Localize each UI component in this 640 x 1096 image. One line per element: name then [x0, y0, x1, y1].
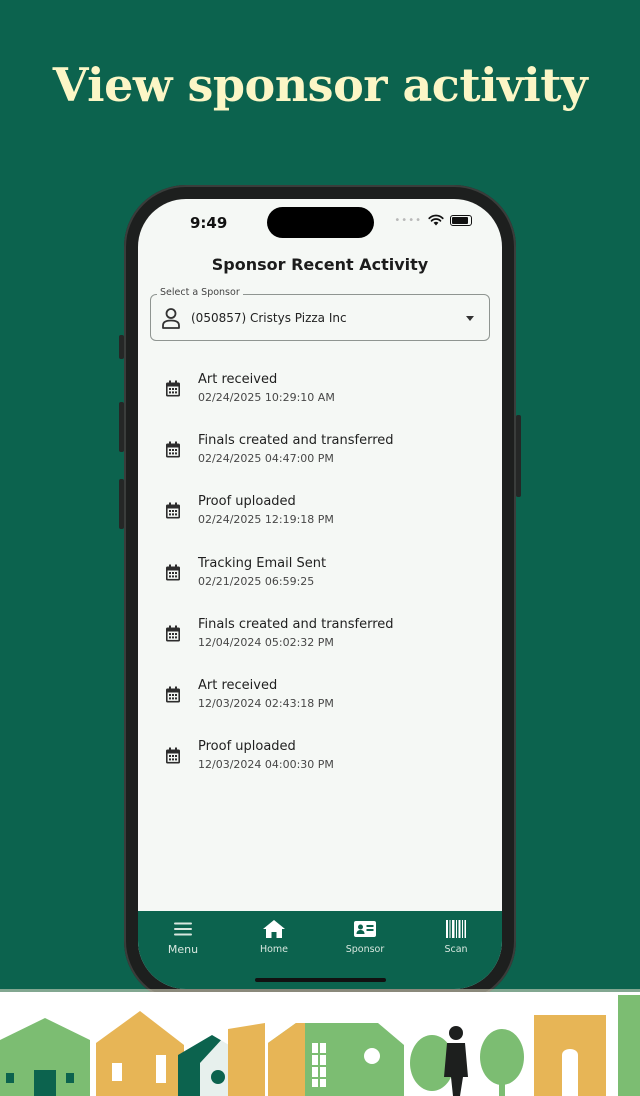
user-icon — [162, 308, 180, 329]
menu-icon — [174, 922, 192, 936]
activity-timestamp: 02/24/2025 10:29:10 AM — [198, 391, 335, 404]
activity-item: Tracking Email Sent 02/21/2025 06:59:25 — [138, 555, 502, 616]
activity-item: Finals created and transferred 12/04/202… — [138, 616, 502, 677]
wifi-icon — [428, 214, 444, 226]
activity-item: Art received 02/24/2025 10:29:10 AM — [138, 371, 502, 432]
sponsor-select-value: (050857) Cristys Pizza Inc — [191, 311, 347, 325]
calendar-icon — [166, 380, 180, 397]
calendar-icon — [166, 686, 180, 703]
activity-timestamp: 12/04/2024 05:02:32 PM — [198, 635, 334, 649]
nav-scan[interactable]: Scan — [416, 917, 496, 955]
nav-home[interactable]: Home — [234, 917, 314, 955]
calendar-icon — [166, 564, 180, 581]
promo-headline: View sponsor activity — [52, 58, 588, 112]
nav-scan-label: Scan — [444, 944, 468, 955]
phone-volume-up — [119, 402, 124, 452]
phone-power-button — [516, 415, 521, 497]
activity-item: Proof uploaded 02/24/2025 12:19:18 PM — [138, 493, 502, 554]
activity-title: Tracking Email Sent — [198, 555, 327, 571]
activity-title: Art received — [198, 677, 278, 693]
activity-title: Proof uploaded — [198, 494, 296, 510]
home-icon — [263, 920, 285, 938]
activity-timestamp: 02/21/2025 06:59:25 — [198, 574, 315, 588]
nav-sponsor-label: Sponsor — [345, 944, 385, 955]
activity-title: Art received — [198, 372, 278, 387]
activity-title: Finals created and transferred — [198, 616, 394, 632]
barcode-icon — [446, 920, 466, 938]
status-icons: •••• — [394, 214, 472, 226]
activity-item: Finals created and transferred 02/24/202… — [138, 432, 502, 493]
calendar-icon — [166, 747, 180, 764]
bottom-nav: Menu Home Sponsor Scan — [138, 911, 502, 989]
activity-timestamp: 02/24/2025 04:47:00 PM — [198, 452, 334, 466]
sponsor-select-label: Select a Sponsor — [157, 287, 243, 298]
calendar-icon — [166, 502, 180, 519]
id-card-icon — [354, 921, 376, 937]
page-title: Sponsor Recent Activity — [211, 255, 429, 274]
phone-volume-down — [119, 479, 124, 529]
activity-timestamp: 02/24/2025 12:19:18 PM — [198, 513, 334, 527]
battery-icon — [450, 214, 472, 226]
calendar-icon — [166, 441, 180, 458]
calendar-icon — [166, 625, 180, 642]
activity-timestamp: 12/03/2024 02:43:18 PM — [198, 696, 334, 710]
activity-title: Finals created and transferred — [198, 433, 394, 449]
nav-sponsor[interactable]: Sponsor — [325, 917, 405, 955]
activity-item: Proof uploaded 12/03/2024 04:00:30 PM — [138, 738, 502, 799]
sponsor-select[interactable]: Select a Sponsor (050857) Cristys Pizza … — [150, 287, 490, 341]
nav-home-label: Home — [259, 944, 289, 955]
nav-menu-label: Menu — [167, 943, 199, 956]
dropdown-arrow-icon — [466, 316, 474, 321]
phone-side-button — [119, 335, 124, 359]
dynamic-island — [267, 207, 374, 238]
activity-title: Proof uploaded — [198, 739, 296, 755]
town-illustration — [0, 989, 640, 1096]
signal-dots: •••• — [394, 214, 422, 226]
phone-screen: 9:49 •••• Sponsor Recent Activity Select… — [138, 199, 502, 989]
status-time: 9:49 — [190, 214, 228, 232]
activity-timestamp: 12/03/2024 04:00:30 PM — [198, 758, 334, 772]
activity-item: Art received 12/03/2024 02:43:18 PM — [138, 677, 502, 738]
home-indicator — [255, 978, 386, 982]
activity-list: Art received 02/24/2025 10:29:10 AM Fina… — [138, 371, 502, 799]
nav-menu[interactable]: Menu — [143, 917, 223, 956]
